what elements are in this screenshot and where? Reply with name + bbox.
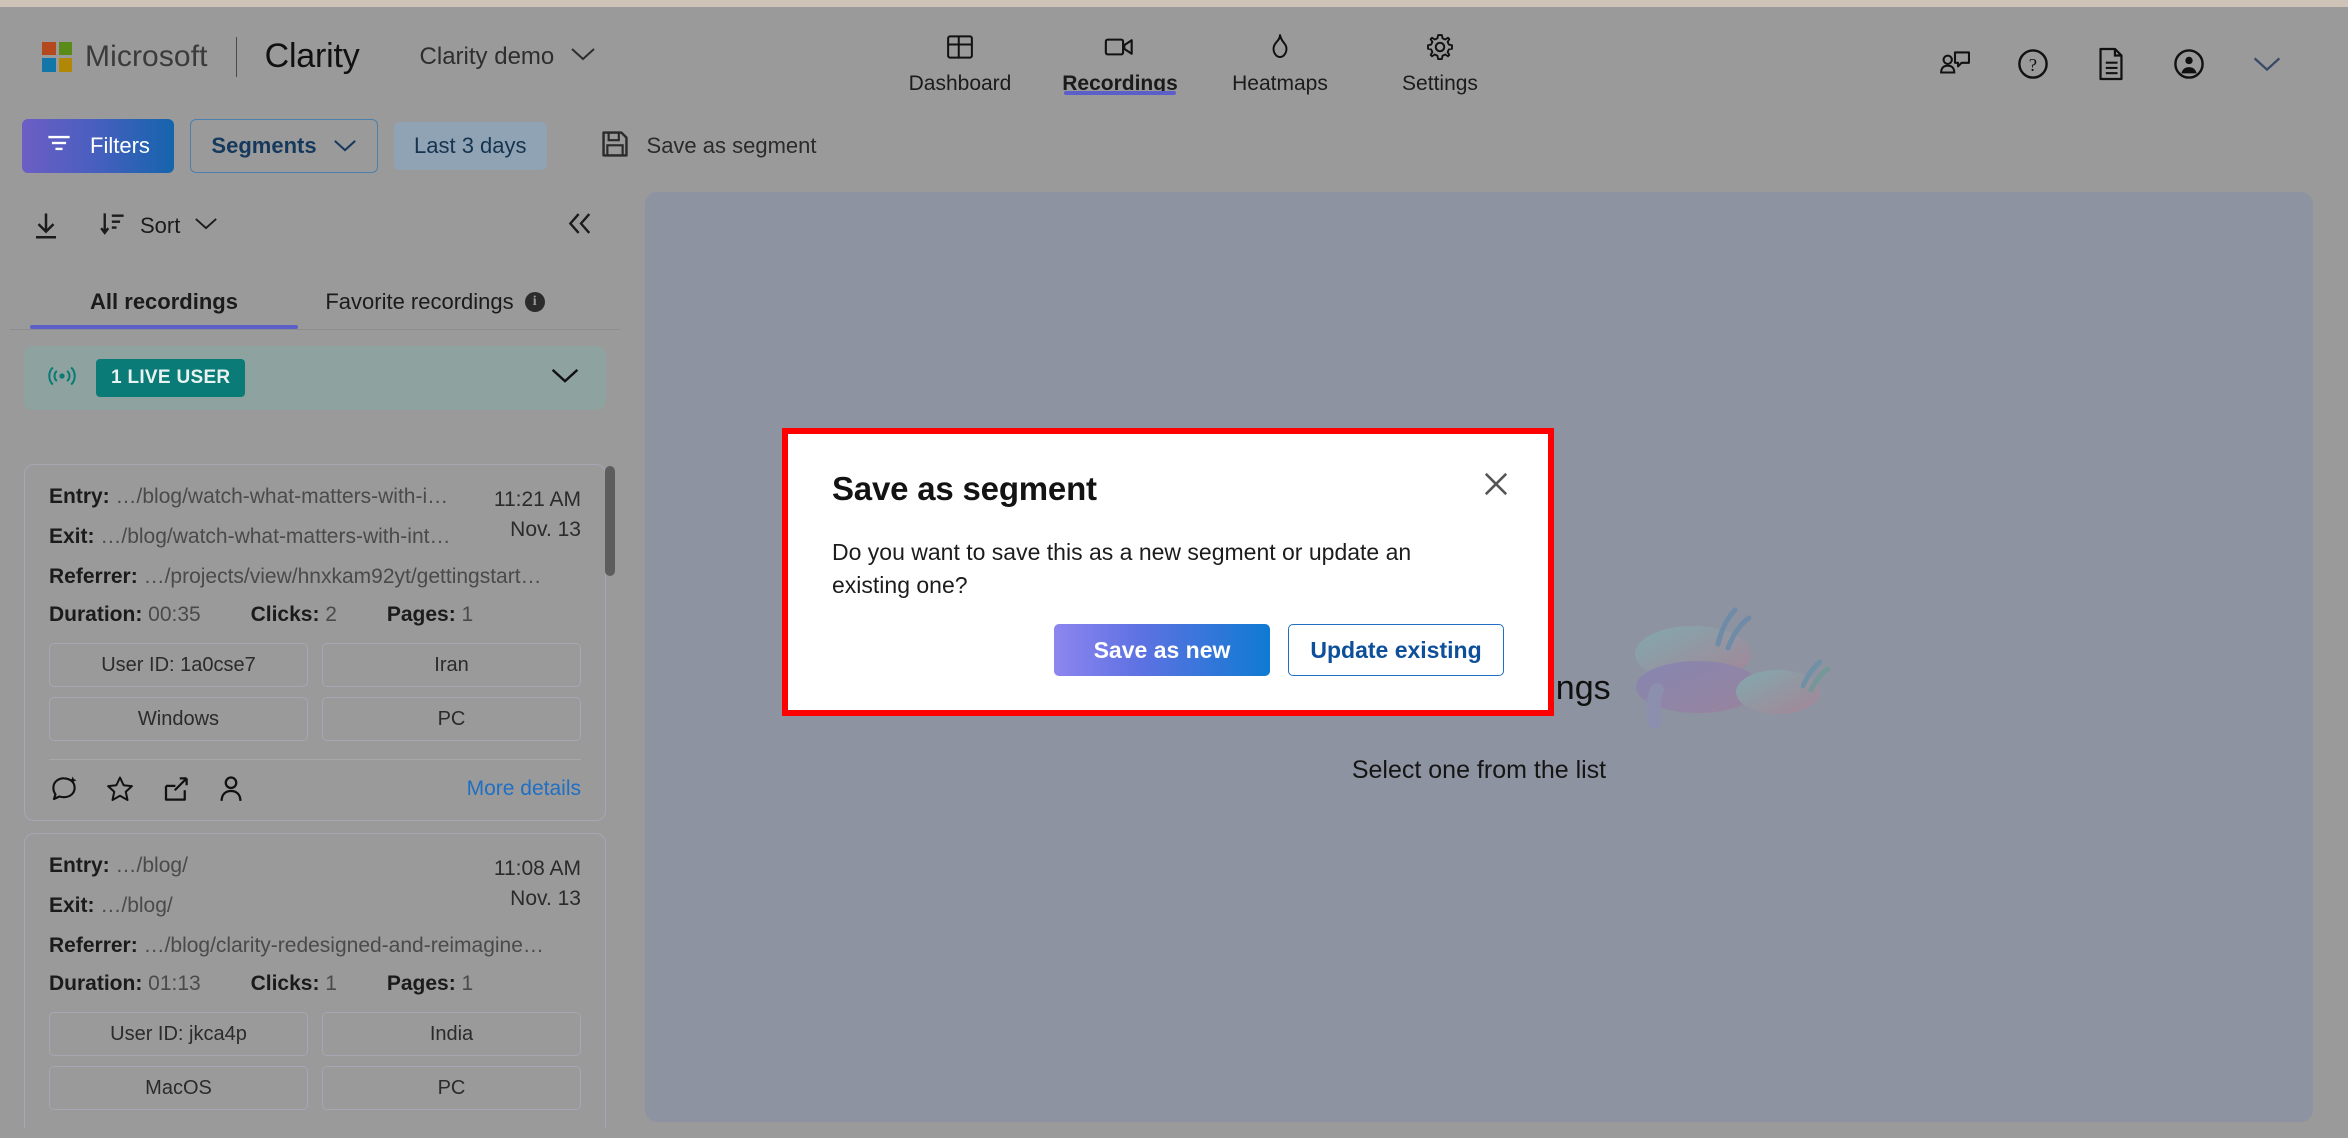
- update-existing-button[interactable]: Update existing: [1288, 624, 1504, 676]
- save-as-new-button[interactable]: Save as new: [1054, 624, 1270, 676]
- save-as-segment-dialog: Save as segment Do you want to save this…: [782, 428, 1554, 716]
- modal-overlay: Save as segment Do you want to save this…: [0, 0, 2348, 1138]
- clarity-app: Microsoft Clarity Clarity demo Dashboard: [0, 0, 2348, 1138]
- dialog-title: Save as segment: [832, 470, 1097, 507]
- close-icon[interactable]: [1482, 470, 1510, 503]
- dialog-content: Save as segment Do you want to save this…: [788, 434, 1548, 710]
- dialog-body-text: Do you want to save this as a new segmen…: [832, 539, 1412, 599]
- dialog-actions: Save as new Update existing: [1054, 624, 1504, 676]
